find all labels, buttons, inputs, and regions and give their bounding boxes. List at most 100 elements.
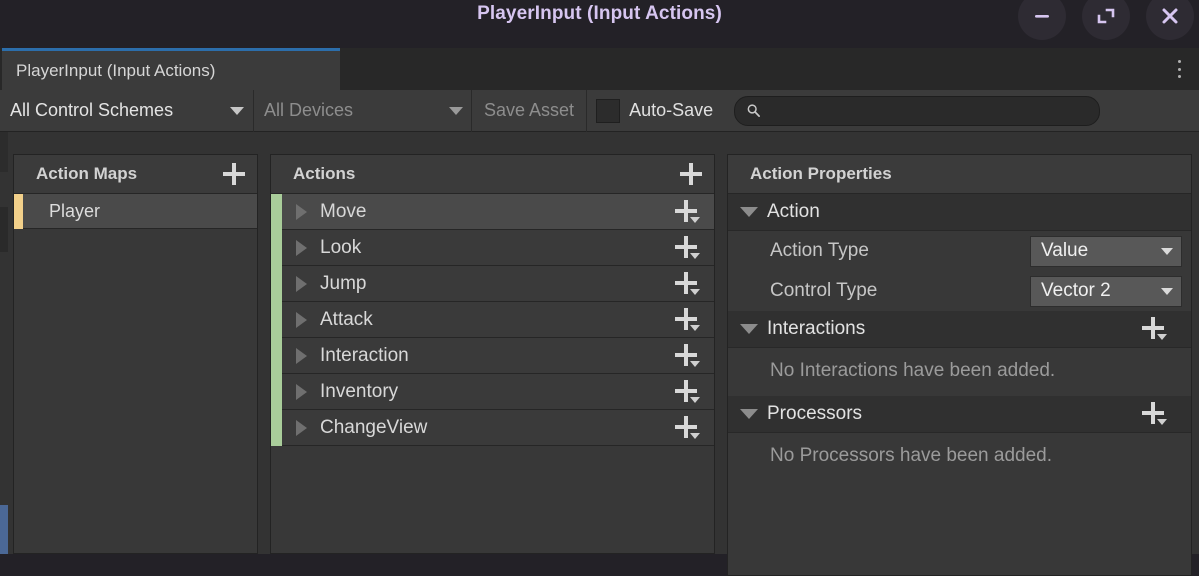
action-label: Look [320,236,362,258]
add-action-button[interactable] [678,161,704,187]
minimize-icon [1035,15,1049,18]
action-color-bar [271,337,282,374]
auto-save-label: Auto-Save [629,100,714,120]
tab-playerinput[interactable]: PlayerInput (Input Actions) [2,48,340,90]
action-type-dropdown[interactable]: Value [1030,235,1182,267]
action-color-bar [271,229,282,266]
action-map-label: Player [49,200,101,221]
close-icon [1162,8,1178,24]
action-label: Move [320,200,367,222]
action-properties-header: Action Properties [728,155,1191,194]
save-asset-label: Save Asset [484,100,575,120]
add-processor-button[interactable] [1139,400,1171,428]
add-binding-button[interactable] [672,198,704,226]
actions-panel: Actions Move Look Jump Attack Interactio… [270,154,715,554]
action-properties-panel: Action Properties Action Action Type Val… [727,154,1192,576]
kebab-dot [1177,67,1181,71]
action-color-bar [271,373,282,410]
table-row[interactable]: Attack [271,301,714,338]
control-type-row: Control Type Vector 2 [728,271,1191,311]
table-row[interactable]: Jump [271,265,714,302]
close-button[interactable] [1146,0,1194,40]
action-section-foldout[interactable]: Action [728,194,1191,231]
table-row[interactable]: ChangeView [271,409,714,446]
gutter-segment [0,207,8,252]
action-type-value: Value [1041,240,1089,261]
devices-dropdown[interactable]: All Devices [254,89,472,132]
add-action-map-button[interactable] [221,161,247,187]
action-label: Inventory [320,380,399,402]
action-properties-title: Action Properties [750,164,892,183]
add-interaction-button[interactable] [1139,315,1171,343]
action-label: Jump [320,272,367,294]
expand-triangle-icon[interactable] [296,383,307,400]
control-type-dropdown[interactable]: Vector 2 [1030,275,1182,307]
action-color-bar [271,193,282,230]
chevron-down-icon [740,409,758,419]
chevron-down-icon [1161,287,1173,295]
chevron-down-icon [740,207,758,217]
tab-label: PlayerInput (Input Actions) [16,60,216,80]
devices-value: All Devices [264,100,354,120]
chevron-down-icon [230,106,244,115]
table-row[interactable]: Inventory [271,373,714,410]
control-type-value: Vector 2 [1041,280,1111,301]
action-type-label: Action Type [770,240,869,261]
add-binding-button[interactable] [672,414,704,442]
window-title-bar: PlayerInput (Input Actions) [0,0,1199,48]
action-color-bar [271,301,282,338]
action-color-bar [271,265,282,302]
action-color-bar [271,409,282,446]
expand-triangle-icon[interactable] [296,239,307,256]
control-schemes-dropdown[interactable]: All Control Schemes [0,89,254,132]
expand-triangle-icon[interactable] [296,311,307,328]
auto-save-checkbox[interactable] [596,98,621,123]
action-label: ChangeView [320,416,428,438]
save-asset-button[interactable]: Save Asset [472,89,588,132]
maximize-button[interactable] [1082,0,1130,40]
chevron-down-icon [1161,247,1173,255]
list-item[interactable]: Player [14,193,257,229]
action-maps-panel: Action Maps Player [13,154,258,554]
action-section-title: Action [767,201,820,222]
add-binding-button[interactable] [672,342,704,370]
gutter-segment [0,132,8,172]
interactions-section-title: Interactions [767,318,866,339]
kebab-dot [1177,75,1181,78]
search-icon [747,104,761,117]
action-map-color-bar [14,193,23,229]
left-gutter [0,132,8,554]
expand-triangle-icon[interactable] [296,275,307,292]
interactions-section-foldout[interactable]: Interactions [728,311,1191,348]
control-type-label: Control Type [770,280,878,301]
table-row[interactable]: Interaction [271,337,714,374]
background-window-strip [0,505,8,554]
actions-title: Actions [293,164,356,183]
action-maps-list: Player [14,193,257,229]
table-row[interactable]: Move [271,193,714,230]
editor-workarea: Action Maps Player Actions Move Look Jum… [0,132,1199,576]
search-input[interactable] [761,102,1100,119]
action-label: Attack [320,308,373,330]
toolbar: All Control Schemes All Devices Save Ass… [0,89,1199,132]
table-row[interactable]: Look [271,229,714,266]
action-maps-header: Action Maps [14,155,257,194]
expand-triangle-icon[interactable] [296,203,307,220]
interactions-empty-text: No Interactions have been added. [770,360,1056,381]
kebab-dot [1177,60,1181,63]
expand-triangle-icon[interactable] [296,347,307,364]
add-binding-button[interactable] [672,378,704,406]
add-binding-button[interactable] [672,234,704,262]
processors-empty-text: No Processors have been added. [770,445,1053,466]
action-type-row: Action Type Value [728,231,1191,271]
tab-bar: PlayerInput (Input Actions) [0,48,1199,90]
kebab-menu-icon[interactable] [1169,57,1189,81]
add-binding-button[interactable] [672,306,704,334]
maximize-icon [1097,8,1115,24]
minimize-button[interactable] [1018,0,1066,40]
expand-triangle-icon[interactable] [296,419,307,436]
processors-section-foldout[interactable]: Processors [728,396,1191,433]
action-label: Interaction [320,344,409,366]
search-field[interactable] [734,95,1101,126]
add-binding-button[interactable] [672,270,704,298]
